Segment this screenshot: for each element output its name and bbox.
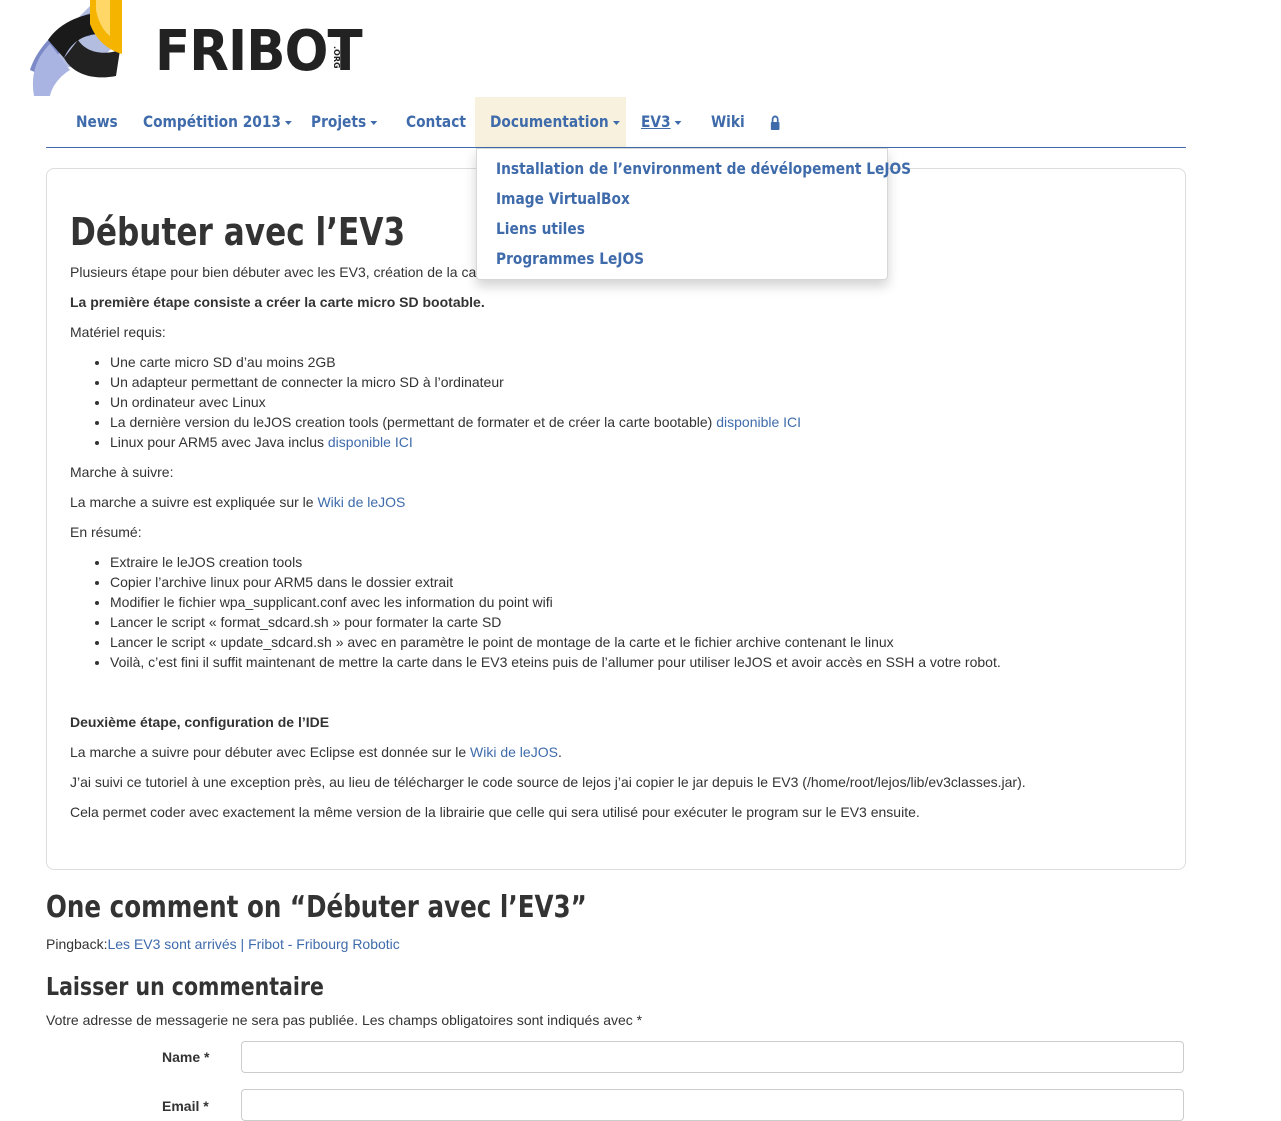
summary-label: En résumé: <box>70 524 142 540</box>
nav-item-label: Documentation <box>490 112 609 131</box>
step2-paragraph-3: Cela permet coder avec exactement la mêm… <box>70 804 920 820</box>
step2-paragraph: La marche a suivre pour débuter avec Ecl… <box>70 744 562 760</box>
step2-paragraph-2: J’ai suivi ce tutoriel à une exception p… <box>70 774 1026 790</box>
lock-icon <box>770 115 780 130</box>
list-item: Copier l’archive linux pour ARM5 dans le… <box>110 572 1001 592</box>
logo-suffix: .ORG <box>332 46 341 69</box>
logo-text: FRIBOT <box>155 19 363 84</box>
nav-item-contact[interactable]: Contact <box>406 97 466 147</box>
list-item: Lancer le script « update_sdcard.sh » av… <box>110 632 1001 652</box>
nav-item-ev3[interactable]: EV3 <box>641 97 682 147</box>
site-logo[interactable]: FRIBOT .ORG <box>30 0 363 98</box>
step2-heading: Deuxième étape, configuration de l’IDE <box>70 714 330 730</box>
pingback-link[interactable]: Les EV3 sont arrivés | Fribot - Fribourg… <box>107 936 399 952</box>
list-item: Modifier le fichier wpa_supplicant.conf … <box>110 592 1001 612</box>
nav-item-login[interactable] <box>770 97 780 147</box>
list-item: La dernière version du leJOS creation to… <box>110 412 801 432</box>
nav-item-label: Wiki <box>711 112 745 131</box>
chevron-down-icon <box>285 120 293 125</box>
list-item: Extraire le leJOS creation tools <box>110 552 1001 572</box>
procedure-paragraph: La marche a suivre est expliquée sur le … <box>70 494 406 510</box>
wiki-lejos-link[interactable]: Wiki de leJOS <box>317 494 405 510</box>
procedure-label: Marche à suivre: <box>70 464 174 480</box>
list-item: Un adapteur permettant de connecter la m… <box>110 372 801 392</box>
nav-item-wiki[interactable]: Wiki <box>711 97 745 147</box>
nav-item-label: Contact <box>406 112 466 131</box>
materials-list: Une carte micro SD d’au moins 2GB Un ada… <box>70 352 801 452</box>
name-input[interactable] <box>241 1041 1184 1073</box>
dropdown-item-programmes-lejos[interactable]: Programmes LeJOS <box>496 247 644 271</box>
materials-label: Matériel requis: <box>70 324 166 340</box>
documentation-dropdown-menu: Installation de l’environment de dévélop… <box>476 148 911 280</box>
step1-heading: La première étape consiste a créer la ca… <box>70 294 485 310</box>
article-title: Débuter avec l’EV3 <box>70 210 406 254</box>
chevron-down-icon <box>674 120 682 125</box>
linux-arm5-link[interactable]: disponible ICI <box>328 434 413 450</box>
nav-item-competition-2013[interactable]: Compétition 2013 <box>143 97 293 147</box>
chevron-down-icon <box>370 120 378 125</box>
reply-heading: Laisser un commentaire <box>46 972 324 1001</box>
email-input[interactable] <box>241 1089 1184 1121</box>
wiki-lejos-eclipse-link[interactable]: Wiki de leJOS <box>470 744 558 760</box>
lejos-tools-link[interactable]: disponible ICI <box>716 414 801 430</box>
dropdown-item-liens-utiles[interactable]: Liens utiles <box>496 217 585 241</box>
nav-item-projets[interactable]: Projets <box>311 97 378 147</box>
comments-heading: One comment on “Débuter avec l’EV3” <box>46 890 587 925</box>
nav-item-documentation[interactable]: Documentation <box>490 97 620 147</box>
dropdown-item-image-virtualbox[interactable]: Image VirtualBox <box>496 187 630 211</box>
fribot-logo-mark <box>30 0 122 96</box>
list-item: Voilà, c’est fini il suffit maintenant d… <box>110 652 1001 672</box>
chevron-down-icon <box>613 120 620 125</box>
nav-item-label: Compétition 2013 <box>143 112 282 131</box>
nav-item-label: EV3 <box>641 112 671 131</box>
nav-item-news[interactable]: News <box>76 97 118 147</box>
article-intro: Plusieurs étape pour bien débuter avec l… <box>70 264 477 280</box>
pingback: Pingback:Les EV3 sont arrivés | Fribot -… <box>46 936 400 952</box>
name-label: Name * <box>162 1049 210 1065</box>
list-item: Linux pour ARM5 avec Java inclus disponi… <box>110 432 801 452</box>
nav-item-label: News <box>76 112 118 131</box>
email-label: Email * <box>162 1098 209 1114</box>
nav-item-label: Projets <box>311 112 367 131</box>
list-item: Une carte micro SD d’au moins 2GB <box>110 352 801 372</box>
dropdown-item-installation-lejos[interactable]: Installation de l’environment de dévélop… <box>496 157 911 181</box>
main-navbar: News Compétition 2013 Projets Contact Do… <box>46 97 1186 148</box>
list-item: Lancer le script « format_sdcard.sh » po… <box>110 612 1001 632</box>
summary-list: Extraire le leJOS creation tools Copier … <box>70 552 1001 672</box>
reply-notice: Votre adresse de messagerie ne sera pas … <box>46 1012 643 1028</box>
list-item: Un ordinateur avec Linux <box>110 392 801 412</box>
